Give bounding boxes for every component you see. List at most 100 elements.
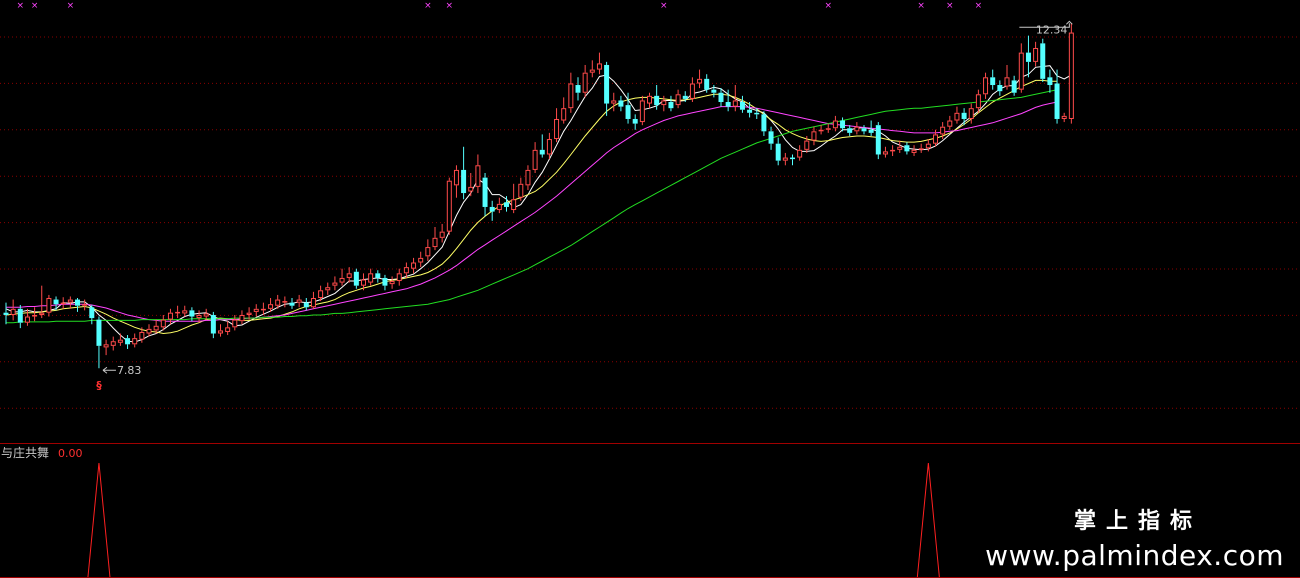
candle-body: [339, 277, 345, 283]
candle-body: [210, 314, 216, 334]
candle-body: [632, 118, 638, 124]
candle-body: [89, 307, 95, 319]
candle-body: [554, 118, 560, 140]
candle: [847, 125, 853, 136]
candle: [146, 324, 152, 337]
candle: [668, 95, 674, 112]
candle: [103, 339, 109, 356]
candle: [368, 268, 374, 286]
candle: [875, 122, 881, 160]
candle-body: [582, 72, 588, 93]
candle: [561, 97, 567, 124]
candle-body: [39, 312, 45, 315]
signal-mark: §: [96, 379, 102, 392]
candle-body: [153, 325, 159, 331]
candle-body: [182, 310, 188, 314]
candle: [303, 298, 309, 311]
candle-body: [546, 139, 552, 155]
candle-body: [396, 273, 402, 282]
candle: [496, 197, 502, 214]
candle-body: [10, 308, 16, 315]
candle: [639, 95, 645, 126]
candle-body: [53, 299, 59, 305]
candle-body: [246, 312, 252, 315]
candle-body: [861, 128, 867, 132]
candle-body: [17, 308, 23, 323]
moving-average-lines: [5, 65, 1072, 343]
candle: [110, 336, 116, 351]
candle: [890, 145, 896, 157]
candle: [1068, 23, 1074, 124]
candle: [332, 276, 338, 291]
candle: [589, 60, 595, 78]
candle: [1061, 112, 1067, 123]
candle: [661, 95, 667, 112]
candle-body: [239, 314, 245, 322]
candle-body: [175, 311, 181, 314]
top-marker: ×: [17, 1, 25, 11]
candle-body: [875, 125, 881, 155]
candle-body: [461, 169, 467, 194]
price-grid: [0, 36, 1300, 409]
candle: [325, 282, 331, 295]
candle-body: [625, 105, 631, 119]
candle-body: [3, 312, 9, 315]
candle-body: [525, 169, 531, 186]
candle-body: [854, 126, 860, 132]
candle: [210, 311, 216, 339]
candle: [990, 69, 996, 90]
candle: [818, 125, 824, 135]
candle-body: [911, 149, 917, 153]
candle: [96, 316, 102, 369]
candle-body: [868, 129, 874, 133]
candle-body: [997, 85, 1003, 92]
indicator-header: 与庄共舞 0.00: [1, 445, 83, 460]
candle: [17, 304, 23, 329]
candle: [718, 88, 724, 107]
candle-body: [32, 314, 38, 317]
candle-body: [933, 134, 938, 144]
candle-body: [260, 308, 266, 311]
candle-body: [639, 100, 645, 123]
candle-body: [139, 331, 145, 340]
candle: [711, 85, 717, 98]
candle: [596, 52, 602, 75]
candle: [675, 89, 681, 109]
candle: [539, 134, 545, 158]
candle-body: [232, 319, 238, 328]
candle-body: [253, 308, 259, 312]
candle: [82, 299, 88, 311]
candle: [575, 77, 581, 101]
candle: [582, 64, 588, 98]
candle: [618, 95, 624, 112]
candle-body: [847, 128, 853, 133]
candle-body: [475, 165, 481, 187]
candle-body: [439, 231, 445, 238]
candle-body: [890, 149, 896, 152]
indicator-panel: [87, 462, 940, 578]
candle: [182, 305, 188, 317]
candle-body: [990, 77, 996, 86]
candle-body: [167, 312, 173, 320]
candle-body: [575, 85, 581, 93]
candle-body: [732, 100, 738, 107]
candle: [1011, 75, 1017, 96]
candle-body: [689, 83, 695, 99]
candle-body: [940, 126, 946, 135]
candle: [32, 307, 38, 322]
top-marker: ×: [660, 1, 668, 11]
top-marker: ×: [917, 1, 925, 11]
candle-body: [711, 89, 717, 93]
candle-body: [675, 94, 681, 106]
candle-body: [432, 237, 438, 248]
candle-body: [825, 128, 831, 130]
candle: [604, 61, 610, 116]
candle-body: [504, 202, 509, 207]
candle: [947, 115, 953, 130]
candle: [203, 308, 209, 320]
candle-body: [332, 282, 338, 286]
candle-body: [983, 77, 989, 95]
candle-body: [1011, 80, 1017, 93]
candle: [310, 291, 316, 309]
candle: [418, 251, 424, 268]
